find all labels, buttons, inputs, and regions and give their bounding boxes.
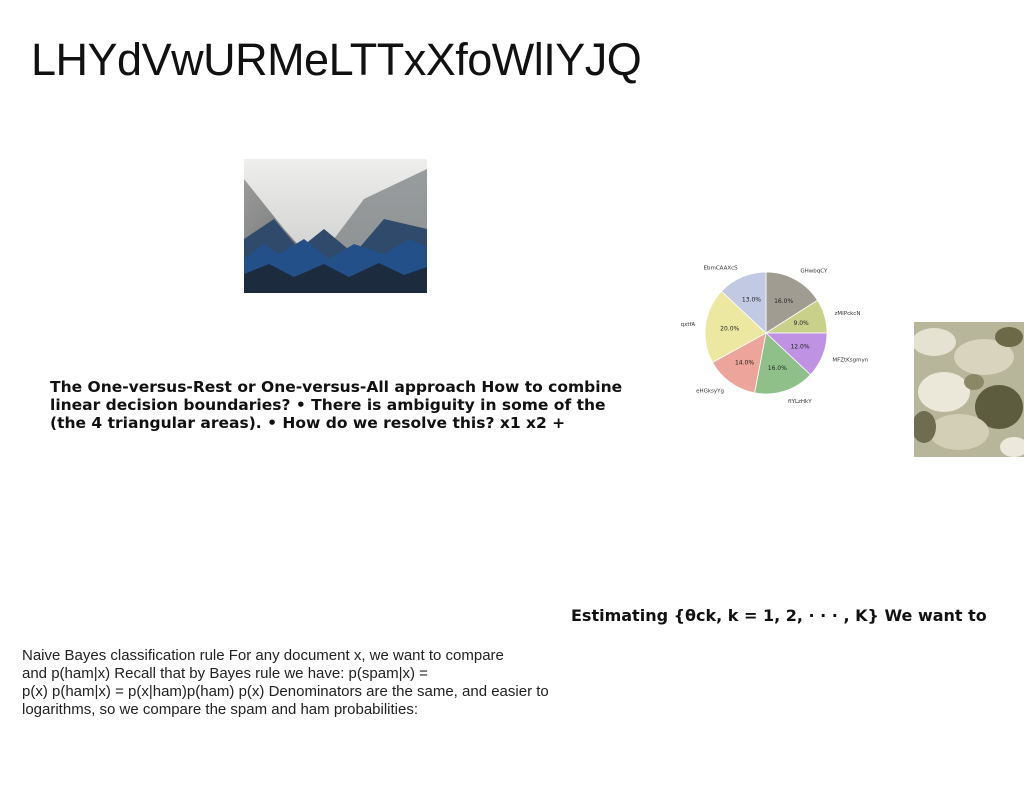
pie-chart: 16.0% GHwbqCY 9.0% zMIPckcN 12.0% MFZtKsgmyn 1… — [670, 230, 880, 440]
text-line: and p(ham|x) Recall that by Bayes rule w… — [22, 665, 428, 682]
pie-pct-label: 16.0% — [768, 365, 787, 372]
pie-category-label: MFZtKsgmyn — [832, 357, 868, 363]
text-line: logarithms, so we compare the spam and h… — [22, 701, 419, 718]
text-line: Naive Bayes classification rule For any … — [22, 647, 504, 664]
pie-category-label: eHGksyYg — [696, 389, 724, 395]
pie-pct-label: 13.0% — [742, 296, 761, 303]
pie-category-label: qxtfA — [681, 322, 696, 328]
text-line: p(x) p(ham|x) = p(x|ham)p(ham) p(x) Deno… — [22, 683, 549, 700]
forest-photo — [244, 159, 427, 293]
pie-pct-label: 14.0% — [735, 360, 754, 367]
pie-category-label: EbmCAAXcS — [704, 265, 739, 271]
text-block-naive-bayes: Naive Bayes classification rule For any … — [22, 647, 622, 719]
pie-pct-label: 12.0% — [790, 343, 809, 350]
pie-chart-svg: 16.0% GHwbqCY 9.0% zMIPckcN 12.0% MFZtKsgmyn 1… — [681, 265, 869, 405]
text-line: linear decision boundaries? • There is a… — [50, 396, 606, 414]
slide-title: LHYdVwURMeLTTxXfoWlIYJQ — [31, 34, 642, 85]
pie-pct-label: 20.0% — [720, 325, 739, 332]
pie-category-label: GHwbqCY — [800, 268, 828, 274]
text-block-estimating: Estimating {θck, k = 1, 2, · · · , K} We… — [571, 606, 987, 625]
pie-pct-label: 9.0% — [794, 320, 810, 327]
text-line: The One-versus-Rest or One-versus-All ap… — [50, 378, 623, 396]
texture-photo — [914, 322, 1024, 457]
text-block-one-vs-rest: The One-versus-Rest or One-versus-All ap… — [50, 378, 650, 432]
pie-category-label: zMIPckcN — [835, 311, 861, 317]
text-line: (the 4 triangular areas). • How do we re… — [50, 414, 566, 432]
pie-category-label: fIYLzHkY — [788, 399, 812, 405]
pie-pct-label: 16.0% — [774, 298, 793, 305]
